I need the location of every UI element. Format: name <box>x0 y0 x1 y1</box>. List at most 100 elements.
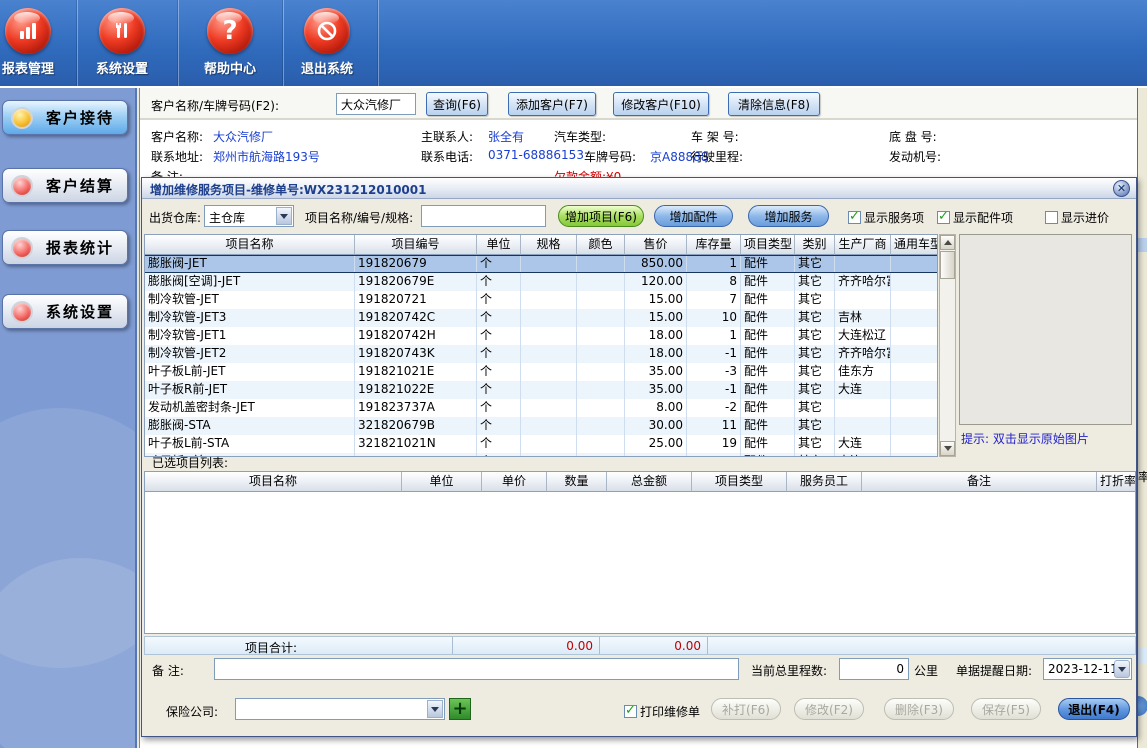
table-row[interactable]: 叶子板L前-JET191821021E个35.00-3配件其它佳东方 <box>145 363 938 381</box>
dialog-titlebar[interactable]: 增加维修服务项目-维修单号:WX231212010001 ✕ <box>142 178 1136 199</box>
column-header[interactable]: 单价 <box>482 472 547 492</box>
table-row[interactable]: 叶子板R前-STA321821022N个25.0019配件其它大连 <box>145 453 938 457</box>
selected-items-table: 项目名称单位单价数量总金额项目类型服务员工备注打折率 <box>144 471 1136 634</box>
insurance-select[interactable] <box>235 698 445 720</box>
checkbox-icon[interactable] <box>937 211 950 224</box>
sidebar-item-system-settings[interactable]: 系统设置 <box>2 294 128 329</box>
save-button[interactable]: 保存(F5) <box>971 698 1041 720</box>
add-service-button[interactable]: 增加服务 <box>748 205 829 227</box>
sidebar-item-label: 系统设置 <box>33 301 127 322</box>
scroll-down-icon[interactable] <box>940 441 955 456</box>
column-header[interactable]: 数量 <box>547 472 607 492</box>
table-row[interactable]: 叶子板L前-STA321821021N个25.0019配件其它大连 <box>145 435 938 453</box>
sidebar-item-customer-settlement[interactable]: 客户结算 <box>2 168 128 203</box>
sidebar-item-customer-reception[interactable]: 客户接待 <box>2 100 128 135</box>
warehouse-select[interactable]: 主仓库 <box>204 205 294 227</box>
dialog-remark-input[interactable] <box>214 658 739 680</box>
add-item-button[interactable]: 增加项目(F6) <box>558 205 644 227</box>
table-row[interactable]: 膨胀阀-STA321820679B个30.0011配件其它 <box>145 417 938 435</box>
table-cell: 18.00 <box>625 327 687 345</box>
table-row[interactable]: 制冷软管-JET191820721个15.007配件其它 <box>145 291 938 309</box>
chevron-down-icon[interactable] <box>276 207 292 225</box>
checkbox-label: 显示服务项 <box>864 211 924 225</box>
products-table-body[interactable]: 膨胀阀-JET191820679个850.001配件其它膨胀阀[空调]-JET1… <box>145 255 937 457</box>
column-header[interactable]: 总金额 <box>607 472 692 492</box>
checkbox-icon[interactable] <box>848 211 861 224</box>
table-row[interactable]: 叶子板R前-JET191821022E个35.00-1配件其它大连 <box>145 381 938 399</box>
sidebar-item-report-statistics[interactable]: 报表统计 <box>2 230 128 265</box>
checkbox-icon[interactable] <box>624 705 637 718</box>
remind-date-select[interactable]: 2023-12-11 <box>1043 658 1132 680</box>
scroll-up-icon[interactable] <box>940 235 955 250</box>
totals-row: 项目合计: 0.00 0.00 <box>144 636 1136 655</box>
table-row[interactable]: 膨胀阀[空调]-JET191820679E个120.008配件其它齐齐哈尔富尔 <box>145 273 938 291</box>
toolbar-item-settings[interactable]: 系统设置 <box>72 6 172 84</box>
column-header[interactable]: 颜色 <box>577 235 625 255</box>
table-row[interactable]: 制冷软管-JET1191820742H个18.001配件其它大连松辽 <box>145 327 938 345</box>
customer-name-label: 客户名称: <box>151 128 203 145</box>
column-header[interactable]: 单位 <box>477 235 521 255</box>
table-cell: 叶子板R前-JET <box>145 381 355 399</box>
phone-label: 联系电话: <box>421 148 473 165</box>
reprint-button[interactable]: 补打(F6) <box>711 698 781 720</box>
table-row[interactable]: 发动机盖密封条-JET191823737A个8.00-2配件其它 <box>145 399 938 417</box>
add-insurance-button[interactable]: + <box>449 698 471 720</box>
close-icon[interactable]: ✕ <box>1113 180 1130 197</box>
toolbar-item-exit[interactable]: 退出系统 <box>277 6 377 84</box>
column-header[interactable]: 通用车型 <box>891 235 938 255</box>
table-cell <box>577 273 625 291</box>
scrollbar-thumb[interactable] <box>940 251 955 279</box>
toolbar-separator <box>178 0 179 88</box>
table-row[interactable]: 制冷软管-JET2191820743K个18.00-1配件其它齐齐哈尔富尔 <box>145 345 938 363</box>
plate-label: 车牌号码: <box>584 148 636 165</box>
add-customer-button[interactable]: 添加客户(F7) <box>508 92 596 116</box>
table-cell: 30.00 <box>625 417 687 435</box>
column-header[interactable]: 规格 <box>521 235 577 255</box>
chevron-down-icon[interactable] <box>1114 660 1130 678</box>
exit-button[interactable]: 退出(F4) <box>1058 698 1130 720</box>
column-header[interactable]: 单位 <box>402 472 482 492</box>
customer-search-input[interactable] <box>336 93 416 115</box>
print-order-checkbox[interactable]: 打印维修单 <box>624 703 700 720</box>
show-service-checkbox[interactable]: 显示服务项 <box>848 209 924 226</box>
checkbox-icon[interactable] <box>1045 211 1058 224</box>
table-cell <box>891 273 938 291</box>
item-search-input[interactable] <box>421 205 546 227</box>
column-header[interactable]: 服务员工 <box>787 472 862 492</box>
table-cell: 叶子板L前-JET <box>145 363 355 381</box>
edit-customer-button[interactable]: 修改客户(F10) <box>613 92 709 116</box>
column-header[interactable]: 项目类型 <box>692 472 787 492</box>
add-part-button[interactable]: 增加配件 <box>654 205 733 227</box>
table-cell: 120.00 <box>625 273 687 291</box>
toolbar-item-reports[interactable]: 报表管理 <box>0 6 78 84</box>
table-cell: -2 <box>687 399 741 417</box>
modify-button[interactable]: 修改(F2) <box>794 698 864 720</box>
products-table-scrollbar[interactable] <box>939 234 956 457</box>
column-header[interactable]: 项目名称 <box>145 235 355 255</box>
column-header[interactable]: 备注 <box>862 472 1097 492</box>
toolbar-item-help[interactable]: ? 帮助中心 <box>180 6 280 84</box>
chevron-down-icon[interactable] <box>427 700 443 718</box>
table-cell: 其它 <box>795 327 835 345</box>
image-preview-panel[interactable] <box>959 234 1132 425</box>
table-row[interactable]: 制冷软管-JET3191820742C个15.0010配件其它吉林 <box>145 309 938 327</box>
clear-info-button[interactable]: 清除信息(F8) <box>728 92 820 116</box>
table-cell <box>891 256 938 272</box>
column-header[interactable]: 打折率 <box>1097 472 1136 492</box>
dialog-remark-label: 备 注: <box>152 662 184 679</box>
column-header[interactable]: 项目编号 <box>355 235 477 255</box>
column-header[interactable]: 库存量 <box>687 235 741 255</box>
selected-items-body[interactable] <box>145 492 1135 634</box>
table-cell: 10 <box>687 309 741 327</box>
show-cost-checkbox[interactable]: 显示进价 <box>1045 209 1109 226</box>
query-button[interactable]: 查询(F6) <box>426 92 488 116</box>
delete-button[interactable]: 删除(F3) <box>884 698 954 720</box>
column-header[interactable]: 类别 <box>795 235 835 255</box>
column-header[interactable]: 项目名称 <box>145 472 402 492</box>
column-header[interactable]: 项目类型 <box>741 235 795 255</box>
column-header[interactable]: 售价 <box>625 235 687 255</box>
table-row[interactable]: 膨胀阀-JET191820679个850.001配件其它 <box>145 255 938 273</box>
mileage-input[interactable] <box>839 658 909 680</box>
column-header[interactable]: 生产厂商 <box>835 235 891 255</box>
show-parts-checkbox[interactable]: 显示配件项 <box>937 209 1013 226</box>
